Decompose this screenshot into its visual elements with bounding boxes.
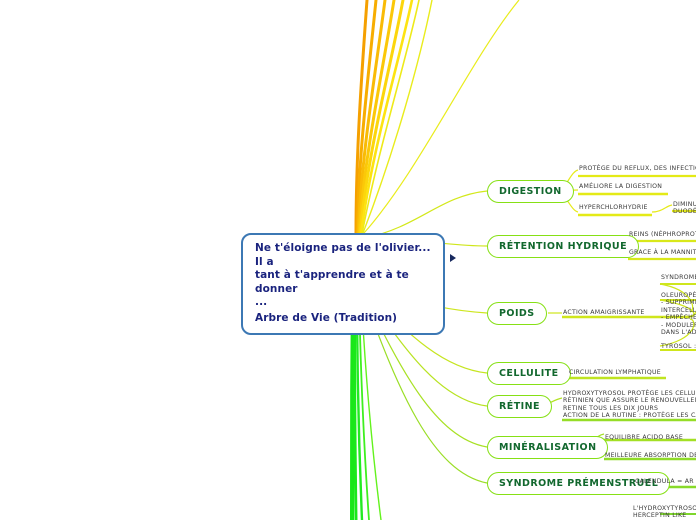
root-line-1: Ne t'éloigne pas de l'olivier... Il a: [255, 242, 435, 268]
branch-label-cellulite: CELLULITE: [499, 368, 559, 379]
branch-node-digestion[interactable]: DIGESTION: [487, 180, 574, 203]
leaf-syndrome[interactable]: SYNDROME: [661, 274, 696, 281]
leaf-hyperchlorhydrie[interactable]: HYPERCHLORHYDRIE: [579, 204, 648, 211]
root-line-2: tant à t'apprendre et à te donner: [255, 269, 413, 295]
leaf-action-amaigrissante[interactable]: ACTION AMAIGRISSANTE: [563, 309, 645, 316]
leaf-tyrosol[interactable]: TYROSOL :: [661, 343, 696, 350]
branch-node-mineralisation[interactable]: MINÉRALISATION: [487, 436, 609, 459]
mindmap-canvas: Ne t'éloigne pas de l'olivier... Il a ta…: [0, 0, 696, 520]
branch-node-retention-hydrique[interactable]: RÉTENTION HYDRIQUE: [487, 235, 640, 258]
leaf-oleuropeine[interactable]: OLEUROPÉI - SUPPRIME INTERCELL - EMPÊCHE…: [661, 292, 696, 336]
leaf-calendula[interactable]: CALENDULA = AR: [635, 478, 694, 485]
branch-node-retine[interactable]: RÉTINE: [487, 395, 552, 418]
leaf-reflux[interactable]: PROTÈGE DU REFLUX, DES INFECTIONS: [579, 165, 696, 172]
leaf-hydroxytyrosol-retine[interactable]: HYDROXYTYROSOL PROTÈGE LES CELLULES D RÉ…: [563, 390, 696, 420]
branch-label-mineralisation: MINÉRALISATION: [499, 442, 597, 453]
leaf-hydroxytyrosol-herceptin[interactable]: L'HYDROXYTYROSOL AC HERCEPTIN LIKE: [633, 505, 696, 520]
leaf-duodenum[interactable]: DIMINU DUODÉN: [673, 201, 696, 216]
branch-label-digestion: DIGESTION: [499, 186, 562, 197]
leaf-circulation-lymphatique[interactable]: CIRCULATION LYMPHATIQUE: [569, 369, 661, 376]
leaf-equilibre-acido-base[interactable]: EQUILIBRE ACIDO BASE: [605, 434, 683, 441]
branch-label-retine: RÉTINE: [499, 401, 540, 412]
branch-node-poids[interactable]: POIDS: [487, 302, 547, 325]
leaf-absorption[interactable]: MEILLEURE ABSORPTION DES S: [605, 452, 696, 459]
root-line-3: ...: [255, 296, 268, 308]
leaf-reins[interactable]: REINS (NÉPHROPROTEC: [629, 231, 696, 238]
collapse-triangle-right-icon[interactable]: [450, 254, 456, 262]
branch-node-cellulite[interactable]: CELLULITE: [487, 362, 571, 385]
leaf-ameliore-digestion[interactable]: AMÉLIORE LA DIGESTION: [579, 183, 662, 190]
root-node[interactable]: Ne t'éloigne pas de l'olivier... Il a ta…: [241, 233, 445, 335]
root-line-4: Arbre de Vie (Tradition): [255, 311, 398, 324]
leaf-mannite[interactable]: GRACE À LA MANNITE (3: [629, 249, 696, 256]
branch-label-poids: POIDS: [499, 308, 535, 319]
branch-label-retention-hydrique: RÉTENTION HYDRIQUE: [499, 241, 628, 252]
